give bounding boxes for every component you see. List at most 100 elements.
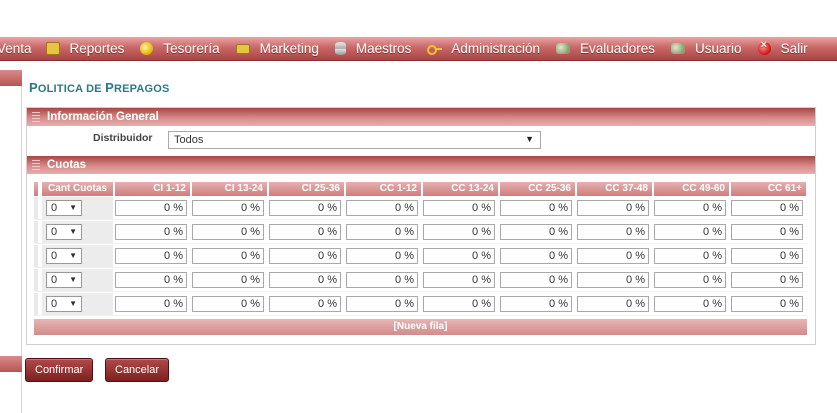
main-menu-bar: Venta Reportes Tesorería Marketing Maestros A… <box>0 37 837 61</box>
percent-input[interactable]: 0 % <box>731 271 803 288</box>
percent-input[interactable]: 0 % <box>731 295 803 312</box>
percent-input[interactable]: 0 % <box>731 247 803 264</box>
menu-item-tesorería[interactable]: Tesorería <box>140 41 220 56</box>
percent-input[interactable]: 0 % <box>577 295 649 312</box>
percent-input[interactable]: 0 % <box>654 295 726 312</box>
cant-cuotas-select[interactable]: 0 ▼ <box>46 295 82 312</box>
percent-input[interactable]: 0 % <box>731 199 803 216</box>
menu-item-label: Reportes <box>69 41 125 56</box>
sidebar-tab-top[interactable] <box>0 70 22 86</box>
cant-cuotas-select[interactable]: 0 ▼ <box>46 223 82 240</box>
percent-input[interactable]: 0 % <box>115 223 187 240</box>
dropdown-arrow-icon: ▼ <box>69 250 77 260</box>
percent-input[interactable]: 0 % <box>577 223 649 240</box>
cuotas-grid: Cant Cuotas CI 1-12 CI 13-24 CI 25-36 CC 1-1… <box>34 182 807 316</box>
percent-input[interactable]: 0 % <box>346 295 418 312</box>
percent-input[interactable]: 0 % <box>423 247 495 264</box>
percent-input[interactable]: 0 % <box>423 223 495 240</box>
menu-item-reportes[interactable]: Reportes <box>45 41 125 56</box>
folder-icon <box>45 42 60 55</box>
menu-item-evaluadores[interactable]: Evaluadores <box>555 41 655 56</box>
percent-input[interactable]: 0 % <box>577 199 649 216</box>
database-icon <box>334 42 346 55</box>
percent-input[interactable]: 0 % <box>423 271 495 288</box>
header-lead-cell <box>34 182 38 196</box>
percent-input[interactable]: 0 % <box>269 247 341 264</box>
percent-input[interactable]: 0 % <box>346 223 418 240</box>
percent-input[interactable]: 0 % <box>500 271 572 288</box>
menu-item-marketing[interactable]: Marketing <box>235 41 319 56</box>
percent-input[interactable]: 0 % <box>654 271 726 288</box>
row-lead-cell <box>34 268 38 291</box>
confirm-button[interactable]: Confirmar <box>25 358 94 382</box>
dropdown-arrow-icon: ▼ <box>69 226 77 236</box>
left-sidebar-edge <box>0 70 22 413</box>
menu-item-usuario[interactable]: Usuario <box>671 41 742 56</box>
percent-input[interactable]: 0 % <box>346 271 418 288</box>
percent-input[interactable]: 0 % <box>654 199 726 216</box>
percent-input[interactable]: 0 % <box>346 247 418 264</box>
percent-input[interactable]: 0 % <box>654 223 726 240</box>
percent-input[interactable]: 0 % <box>731 223 803 240</box>
percent-input[interactable]: 0 % <box>577 247 649 264</box>
page-title: POLITICA DE PREPAGOS <box>29 80 170 95</box>
percent-input[interactable]: 0 % <box>500 199 572 216</box>
cant-cuotas-value: 0 <box>51 225 58 238</box>
percent-input[interactable]: 0 % <box>115 271 187 288</box>
cancel-button[interactable]: Cancelar <box>105 358 170 382</box>
percent-input[interactable]: 0 % <box>115 295 187 312</box>
percent-cell: 0 % <box>269 221 344 243</box>
cant-cuotas-cell: 0 ▼ <box>42 244 113 267</box>
percent-cell: 0 % <box>500 197 575 219</box>
percent-input[interactable]: 0 % <box>500 295 572 312</box>
percent-cell: 0 % <box>192 269 267 291</box>
cant-cuotas-select[interactable]: 0 ▼ <box>46 247 82 264</box>
percent-cell: 0 % <box>192 293 267 315</box>
cant-cuotas-cell: 0 ▼ <box>42 220 113 243</box>
distribuidor-select[interactable]: Todos ▼ <box>168 131 541 149</box>
percent-input[interactable]: 0 % <box>269 223 341 240</box>
cant-cuotas-select[interactable]: 0 ▼ <box>46 271 82 288</box>
add-row-button[interactable]: [Nueva fila] <box>34 319 807 335</box>
percent-input[interactable]: 0 % <box>115 199 187 216</box>
percent-input[interactable]: 0 % <box>346 199 418 216</box>
percent-cell: 0 % <box>731 245 806 267</box>
percent-input[interactable]: 0 % <box>269 271 341 288</box>
percent-cell: 0 % <box>269 269 344 291</box>
percent-input[interactable]: 0 % <box>500 247 572 264</box>
percent-cell: 0 % <box>423 269 498 291</box>
percent-input[interactable]: 0 % <box>500 223 572 240</box>
menu-item-maestros[interactable]: Maestros <box>334 41 411 56</box>
distribuidor-label: Distribuidor <box>93 132 153 144</box>
table-row: 0 ▼ 0 % 0 % 0 % 0 % 0 % 0 % 0 % 0 % 0 % <box>34 196 807 220</box>
sidebar-tab-bottom[interactable] <box>0 356 22 372</box>
percent-cell: 0 % <box>731 221 806 243</box>
percent-input[interactable]: 0 % <box>577 271 649 288</box>
percent-input[interactable]: 0 % <box>654 247 726 264</box>
percent-input[interactable]: 0 % <box>115 247 187 264</box>
cuotas-header[interactable]: Cuotas <box>27 156 815 174</box>
table-row: 0 ▼ 0 % 0 % 0 % 0 % 0 % 0 % 0 % 0 % 0 % <box>34 268 807 292</box>
menu-item-salir[interactable]: Salir <box>757 39 808 56</box>
percent-input[interactable]: 0 % <box>269 199 341 216</box>
percent-input[interactable]: 0 % <box>192 199 264 216</box>
percent-input[interactable]: 0 % <box>192 223 264 240</box>
percent-input[interactable]: 0 % <box>423 199 495 216</box>
percent-input[interactable]: 0 % <box>192 247 264 264</box>
cant-cuotas-select[interactable]: 0 ▼ <box>46 199 82 216</box>
menu-item-venta[interactable]: Venta <box>0 41 32 56</box>
general-info-header[interactable]: Información General <box>27 108 815 126</box>
percent-input[interactable]: 0 % <box>192 295 264 312</box>
stop-icon <box>757 39 771 55</box>
percent-cell: 0 % <box>731 293 806 315</box>
column-header: CC 25-36 <box>500 182 575 196</box>
percent-input[interactable]: 0 % <box>423 295 495 312</box>
percent-cell: 0 % <box>500 245 575 267</box>
percent-cell: 0 % <box>192 221 267 243</box>
column-header: CC 1-12 <box>346 182 421 196</box>
percent-input[interactable]: 0 % <box>192 271 264 288</box>
menu-item-administración[interactable]: Administración <box>427 41 540 56</box>
percent-input[interactable]: 0 % <box>269 295 341 312</box>
menu-item-label: Usuario <box>695 41 742 56</box>
menu-item-label: Venta <box>0 41 32 56</box>
